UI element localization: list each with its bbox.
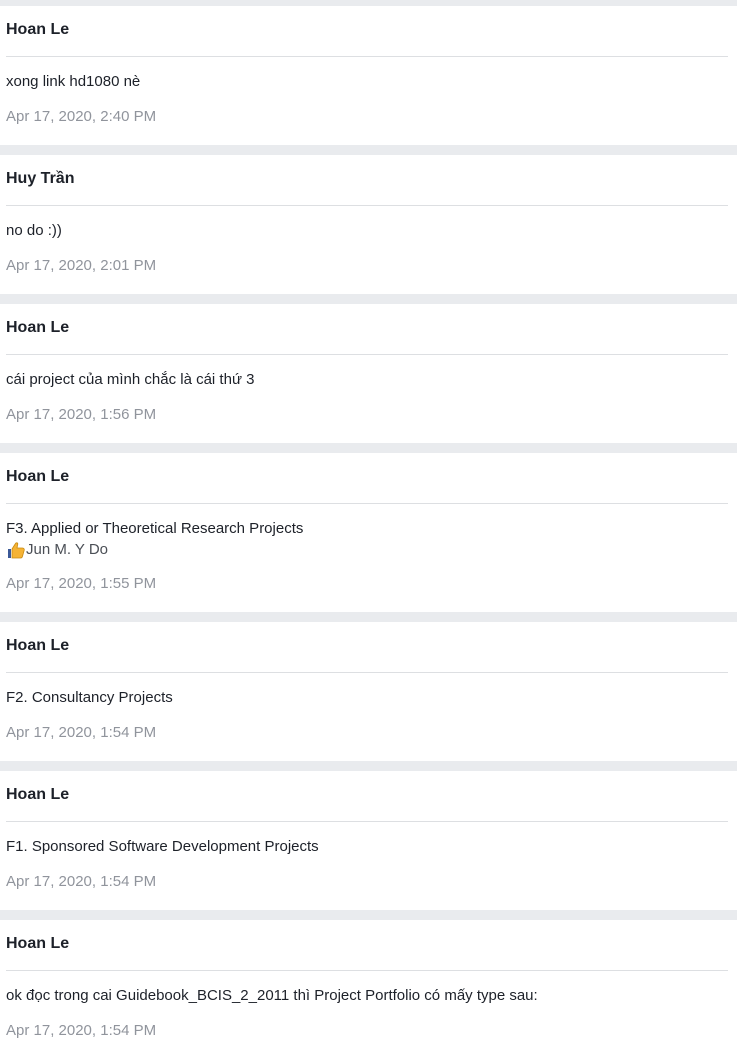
thumbs-up-icon [6, 541, 26, 559]
message-timestamp: Apr 17, 2020, 1:56 PM [6, 406, 157, 423]
message-text: no do :)) [6, 222, 62, 239]
sender-name: Hoan Le [6, 6, 728, 57]
message-timestamp: Apr 17, 2020, 2:01 PM [6, 257, 157, 274]
message-text: F1. Sponsored Software Development Proje… [6, 838, 319, 855]
message-feed[interactable]: Hoan Le xong link hd1080 nè Apr 17, 2020… [0, 0, 737, 1058]
message-timestamp: Apr 17, 2020, 1:54 PM [6, 1022, 157, 1039]
message-timestamp: Apr 17, 2020, 2:40 PM [6, 108, 157, 125]
message-card: Hoan Le xong link hd1080 nè Apr 17, 2020… [0, 6, 737, 145]
message-card: Hoan Le ok đọc trong cai Guidebook_BCIS_… [0, 920, 737, 1058]
reaction-user: Jun M. Y Do [26, 541, 108, 558]
sender-name: Hoan Le [6, 622, 728, 673]
message-text: xong link hd1080 nè [6, 73, 141, 90]
message-text: F3. Applied or Theoretical Research Proj… [6, 520, 304, 537]
message-card: Hoan Le F2. Consultancy Projects Apr 17,… [0, 622, 737, 761]
sender-name: Hoan Le [6, 771, 728, 822]
sender-name: Hoan Le [6, 920, 728, 971]
message-timestamp: Apr 17, 2020, 1:54 PM [6, 724, 157, 741]
message-text: cái project của mình chắc là cái thứ 3 [6, 371, 255, 388]
message-text: ok đọc trong cai Guidebook_BCIS_2_2011 t… [6, 987, 538, 1004]
message-text: F2. Consultancy Projects [6, 689, 173, 706]
sender-name: Hoan Le [6, 453, 728, 504]
message-timestamp: Apr 17, 2020, 1:55 PM [6, 575, 157, 592]
message-card: Hoan Le cái project của mình chắc là cái… [0, 304, 737, 443]
sender-name: Hoan Le [6, 304, 728, 355]
message-timestamp: Apr 17, 2020, 1:54 PM [6, 873, 157, 890]
sender-name: Huy Trần [6, 155, 728, 206]
message-card: Hoan Le F1. Sponsored Software Developme… [0, 771, 737, 910]
message-card: Hoan Le F3. Applied or Theoretical Resea… [0, 453, 737, 612]
message-card: Huy Trần no do :)) Apr 17, 2020, 2:01 PM [0, 155, 737, 294]
reaction[interactable]: Jun M. Y Do [6, 539, 728, 560]
